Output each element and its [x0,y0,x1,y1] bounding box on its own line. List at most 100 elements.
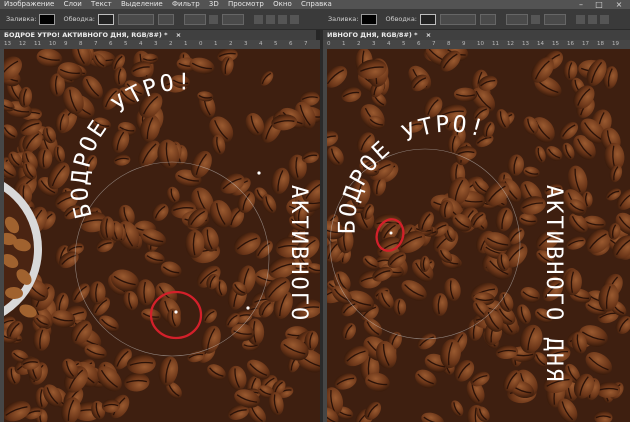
ruler-tick-label: 6 [417,41,421,47]
stroke-type-dropdown[interactable] [158,13,174,25]
options-bar: Заливка: Обводка: Заливка: Обводка: [0,9,630,30]
gear-icon-right[interactable] [600,14,609,24]
stroke-label: Обводка: [63,15,95,23]
stroke-swatch-right[interactable] [420,13,436,25]
ruler-tick-label: 3 [244,41,248,47]
ruler-tick-label: 19 [612,41,619,47]
link-icon[interactable] [209,14,218,24]
path-arrange-icon[interactable] [278,14,287,24]
ruler-tick-label: 7 [304,41,308,47]
ruler-tick-label: 5 [274,41,278,47]
ruler-tick-label: 4 [387,41,391,47]
path-align-icon-right[interactable] [588,14,597,24]
tab-right-document[interactable]: ИВНОГО ДНЯ, RGB/8#) * × [323,30,630,40]
ruler-tick-label: 12 [507,41,514,47]
ruler-tick-label: 1 [342,41,346,47]
ruler-tick-label: 3 [372,41,376,47]
canvas-right[interactable]: БОДРОЕ УТРО! АКТИВНОГО ДНЯ [327,49,630,422]
menu-3d[interactable]: 3D [209,0,219,8]
ruler-tick-label: 7 [94,41,98,47]
options-left-group: Заливка: Обводка: [6,13,299,25]
ruler-tick-label: 4 [259,41,263,47]
ruler-tick-label: 4 [139,41,143,47]
ruler-tick-label: 13 [4,41,11,47]
gear-icon[interactable] [290,14,299,24]
ruler-tick-label: 2 [169,41,173,47]
ruler-tick-label: 12 [19,41,26,47]
menu-filter[interactable]: Фильтр [172,0,200,8]
ruler-tick-label: 8 [79,41,83,47]
fill-swatch-right[interactable] [361,13,378,25]
ruler-tick-label: 11 [34,41,41,47]
width-field-right[interactable] [506,13,528,25]
ruler-tick-label: 18 [597,41,604,47]
ruler-tick-label: 17 [582,41,589,47]
pane-divider[interactable] [320,30,323,422]
canvas-left-image: БОДРОЕ УТРО! АКТИВНОГО [4,49,320,422]
ruler-tick-label: 9 [462,41,466,47]
ruler-tick-label: 14 [537,41,544,47]
menu-layers[interactable]: Слои [64,0,82,8]
stroke-width-field-right[interactable] [440,13,476,25]
close-window-button[interactable]: × [612,0,626,9]
tab-left-document[interactable]: БОДРОЕ УТРО! АКТИВНОГО ДНЯ, RGB/8#) * × [0,30,316,40]
close-icon[interactable]: × [426,31,431,39]
fill-label-right: Заливка: [328,15,359,23]
menu-help[interactable]: Справка [301,0,332,8]
document-tabs: БОДРОЕ УТРО! АКТИВНОГО ДНЯ, RGB/8#) * × … [0,30,630,40]
ruler-tick-label: 5 [124,41,128,47]
link-icon-right[interactable] [531,14,540,24]
ruler-tick-label: 7 [432,41,436,47]
fill-swatch[interactable] [39,13,56,25]
stroke-type-dropdown-right[interactable] [480,13,496,25]
path-anchor[interactable] [246,306,250,310]
tab-left-title: БОДРОЕ УТРО! АКТИВНОГО ДНЯ, RGB/8#) * [4,31,168,39]
ruler-tick-label: 3 [154,41,158,47]
ruler-tick-label: 6 [289,41,293,47]
stroke-label-right: Обводка: [385,15,417,23]
ruler-tick-label: 15 [552,41,559,47]
height-field[interactable] [222,13,244,25]
menu-image[interactable]: Изображение [4,0,54,8]
menu-select[interactable]: Выделение [121,0,163,8]
path-ops-icon[interactable] [254,14,263,24]
ruler-tick-label: 2 [357,41,361,47]
text-activnogo-left[interactable]: АКТИВНОГО [286,185,311,322]
height-field-right[interactable] [544,13,566,25]
path-start-point[interactable] [174,310,178,314]
menu-type[interactable]: Текст [91,0,112,8]
ruler-tick-label: 16 [567,41,574,47]
options-right-group: Заливка: Обводка: [328,13,609,25]
maximize-button[interactable]: □ [592,0,606,9]
ruler-tick-label: 0 [199,41,203,47]
ruler-tick-label: 9 [64,41,68,47]
path-align-icon[interactable] [266,14,275,24]
ruler-tick-label: 13 [522,41,529,47]
stroke-width-field[interactable] [118,13,154,25]
ruler-tick-label: 10 [49,41,56,47]
minimize-button[interactable]: – [574,0,588,9]
stroke-swatch[interactable] [98,13,114,25]
text-activnogo-dnya-right[interactable]: АКТИВНОГО ДНЯ [541,185,566,383]
svg-text:АКТИВНОГО ДНЯ: АКТИВНОГО ДНЯ [541,185,566,383]
ruler-tick-label: 5 [402,41,406,47]
close-icon[interactable]: × [176,31,181,39]
ruler-tick-label: 10 [477,41,484,47]
path-anchor[interactable] [257,171,261,175]
svg-text:АКТИВНОГО: АКТИВНОГО [286,185,311,322]
menu-window[interactable]: Окно [273,0,292,8]
fill-label: Заливка: [6,15,37,23]
tab-right-title: ИВНОГО ДНЯ, RGB/8#) * [327,31,418,39]
canvas-right-image: БОДРОЕ УТРО! АКТИВНОГО ДНЯ [327,49,630,422]
menu-bar: Изображение Слои Текст Выделение Фильтр … [0,0,630,9]
ruler-tick-label: 0 [327,41,331,47]
width-field[interactable] [184,13,206,25]
ruler-tick-label: 2 [229,41,233,47]
canvas-left[interactable]: БОДРОЕ УТРО! АКТИВНОГО [4,49,320,422]
path-ops-icon-right[interactable] [576,14,585,24]
ruler-tick-label: 1 [184,41,188,47]
ruler-tick-label: 11 [492,41,499,47]
ruler-tick-label: 8 [447,41,451,47]
menu-view[interactable]: Просмотр [228,0,264,8]
path-start-point[interactable] [389,231,393,235]
